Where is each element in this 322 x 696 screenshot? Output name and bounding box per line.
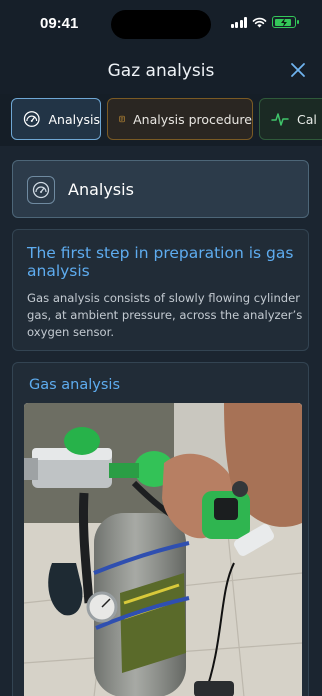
tab-bar: Analysis Analysis procedure Cal xyxy=(0,94,322,146)
page-title: Gaz analysis xyxy=(107,61,215,81)
gauge-icon xyxy=(32,181,50,199)
wifi-icon xyxy=(252,17,267,27)
status-icons xyxy=(230,16,299,28)
info-card: The first step in preparation is gas ana… xyxy=(12,229,309,351)
section-icon-box xyxy=(27,176,55,204)
status-time: 09:41 xyxy=(40,15,79,32)
tab-calibration[interactable]: Cal xyxy=(259,98,322,140)
section-header-card: Analysis xyxy=(12,160,309,218)
battery-icon xyxy=(272,16,299,28)
tab-analysis[interactable]: Analysis xyxy=(11,98,101,140)
dynamic-island xyxy=(111,10,211,39)
section-title: Analysis xyxy=(68,180,134,199)
info-heading: The first step in preparation is gas ana… xyxy=(27,244,294,280)
gas-analysis-photo xyxy=(24,403,302,696)
document-icon xyxy=(119,115,125,123)
tab-analysis-procedure[interactable]: Analysis procedure xyxy=(107,98,253,140)
gauge-icon xyxy=(23,111,40,127)
info-body: Gas analysis consists of slowly flowing … xyxy=(27,291,303,339)
status-bar: 09:41 xyxy=(0,0,322,46)
tab-calibration-label: Cal xyxy=(297,111,317,127)
tab-analysis-label: Analysis xyxy=(48,111,100,127)
nav-header: Gaz analysis xyxy=(0,46,322,94)
image-card: Gas analysis xyxy=(12,362,309,696)
close-icon[interactable] xyxy=(290,62,306,78)
pulse-icon xyxy=(271,113,289,126)
image-card-title: Gas analysis xyxy=(29,377,120,393)
tab-analysis-procedure-label: Analysis procedure xyxy=(133,111,252,127)
signal-icon xyxy=(230,16,247,28)
